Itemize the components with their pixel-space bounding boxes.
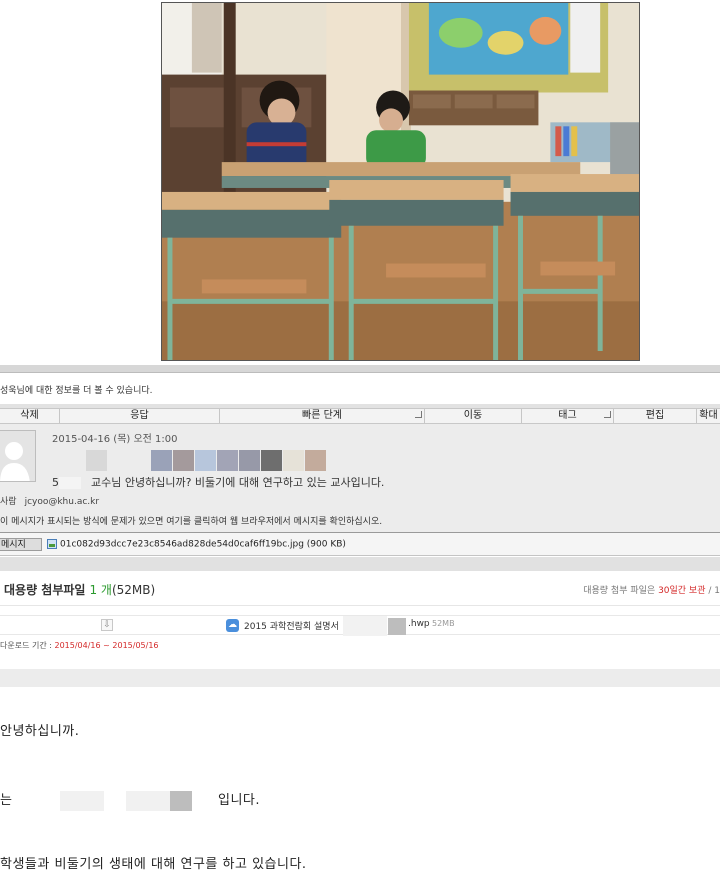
ribbon-group-label: 확대 <box>699 410 718 421</box>
attachment-file-name: 01c082d93dcc7e23c8546ad828de54d0caf6ff19… <box>60 539 346 550</box>
redaction-tile <box>151 450 172 471</box>
classroom-photo-illustration <box>162 3 639 360</box>
ribbon-group-bar: 삭제 응답 빠른 단계 이동 태그 편집 확대 <box>0 408 720 424</box>
large-attachment-file-ext[interactable]: .hwp <box>408 619 430 629</box>
redaction-block <box>388 618 406 635</box>
divider <box>0 669 720 687</box>
ribbon-group-label: 태그 <box>558 410 577 421</box>
ribbon-group-respond[interactable]: 응답 <box>60 409 220 423</box>
display-problem-notice[interactable]: 이 메시지가 표시되는 방식에 문제가 있으면 여기를 클릭하여 웹 브라우저에… <box>0 514 382 527</box>
body-line-1: 안녕하십니까. <box>0 724 80 739</box>
ribbon-group-move[interactable]: 이동 <box>425 409 522 423</box>
download-period-label: 다운로드 기간 : <box>0 641 52 650</box>
dialog-launcher-icon[interactable] <box>604 411 611 418</box>
ribbon-group-label: 삭제 <box>20 410 39 421</box>
ribbon-group-label: 이동 <box>463 410 483 421</box>
divider <box>0 605 720 606</box>
ribbon-group-delete[interactable]: 삭제 <box>0 409 60 423</box>
message-date: 2015-04-16 (목) 오전 1:00 <box>52 434 178 445</box>
body-line-2b: 입니다. <box>218 793 261 808</box>
redaction-block <box>59 477 81 489</box>
retention-days: 30일간 보관 <box>658 586 706 596</box>
redaction-tile <box>217 450 238 471</box>
attachments-bar: 메시지 01c082d93dcc7e23c8546ad828de54d0caf6… <box>0 532 720 556</box>
large-attachment-title: 대용량 첨부파일 1 개(52MB) <box>4 581 155 598</box>
download-icon[interactable]: ⇩ <box>101 619 113 631</box>
retention-prefix: 대용량 첨부 파일은 <box>583 586 656 596</box>
large-attachment-size: (52MB) <box>111 583 156 597</box>
redaction-block <box>126 791 170 811</box>
download-period: 다운로드 기간 : 2015/04/16 ~ 2015/05/16 <box>0 640 159 651</box>
subject-prefix: 5 <box>52 476 59 489</box>
info-bar[interactable]: 성욱님에 대한 정보를 더 볼 수 있습니다. <box>0 374 720 404</box>
download-period-value: 2015/04/16 ~ 2015/05/16 <box>54 641 159 650</box>
recipient-email[interactable]: jcyoo@khu.ac.kr <box>25 497 100 507</box>
subject-text: 교수님 안녕하십니까? 비둘기에 대해 연구하고 있는 교사입니다. <box>91 476 385 489</box>
redaction-tile <box>283 450 304 471</box>
image-file-icon <box>47 539 57 549</box>
redaction-tile <box>108 450 129 471</box>
dialog-launcher-icon[interactable] <box>415 411 422 418</box>
ribbon-group-zoom[interactable]: 확대 <box>697 409 720 423</box>
retention-suffix: / 1 <box>708 586 720 596</box>
classroom-photo <box>161 2 640 361</box>
large-attachment-file-name[interactable]: 2015 과학전람회 설명서 <box>244 619 339 632</box>
message-header: 2015-04-16 (목) 오전 1:00 5 교수님 안녕하십니까? 비둘기에… <box>0 424 720 532</box>
recipient-label: 사람 <box>0 497 17 507</box>
redaction-tile <box>305 450 326 471</box>
ribbon-group-label: 편집 <box>645 410 665 421</box>
avatar[interactable] <box>0 430 36 482</box>
cloud-icon: ☁ <box>226 619 239 632</box>
person-icon <box>0 431 35 481</box>
redaction-tile <box>195 450 216 471</box>
redaction-tile <box>261 450 282 471</box>
large-attachment-file-size: 52MB <box>432 619 455 628</box>
redaction-tile <box>173 450 194 471</box>
ribbon-group-label: 응답 <box>130 410 149 421</box>
ribbon-group-editing[interactable]: 편집 <box>614 409 697 423</box>
large-attachment-count: 1 개 <box>89 583 112 597</box>
body-line-2a: 는 <box>0 793 13 808</box>
divider <box>0 365 720 373</box>
large-attachment-label: 대용량 첨부파일 <box>4 583 86 597</box>
recipient-line: 사람 jcyoo@khu.ac.kr <box>0 494 99 507</box>
message-subject: 5 교수님 안녕하십니까? 비둘기에 대해 연구하고 있는 교사입니다. <box>52 474 384 490</box>
attachment-file[interactable]: 01c082d93dcc7e23c8546ad828de54d0caf6ff19… <box>47 539 346 550</box>
redaction-block <box>170 791 192 811</box>
redaction-block <box>60 791 104 811</box>
ribbon-group-label: 빠른 단계 <box>302 410 342 421</box>
redaction-tile <box>239 450 260 471</box>
ribbon-group-quick-steps[interactable]: 빠른 단계 <box>220 409 425 423</box>
info-bar-text[interactable]: 성욱님에 대한 정보를 더 볼 수 있습니다. <box>0 386 153 396</box>
message-tab[interactable]: 메시지 <box>0 538 42 551</box>
divider <box>0 557 720 571</box>
redaction-tile <box>86 450 107 471</box>
redaction-block <box>343 616 387 636</box>
large-attachment-row: ⇩ ☁ 2015 과학전람회 설명서 .hwp 52MB <box>0 615 720 636</box>
retention-notice: 대용량 첨부 파일은 30일간 보관 / 1 <box>583 583 720 596</box>
sender-name-redacted <box>86 450 327 471</box>
body-line-3: 학생들과 비둘기의 생태에 대해 연구를 하고 있습니다. <box>0 857 307 872</box>
ribbon-group-tags[interactable]: 태그 <box>522 409 614 423</box>
